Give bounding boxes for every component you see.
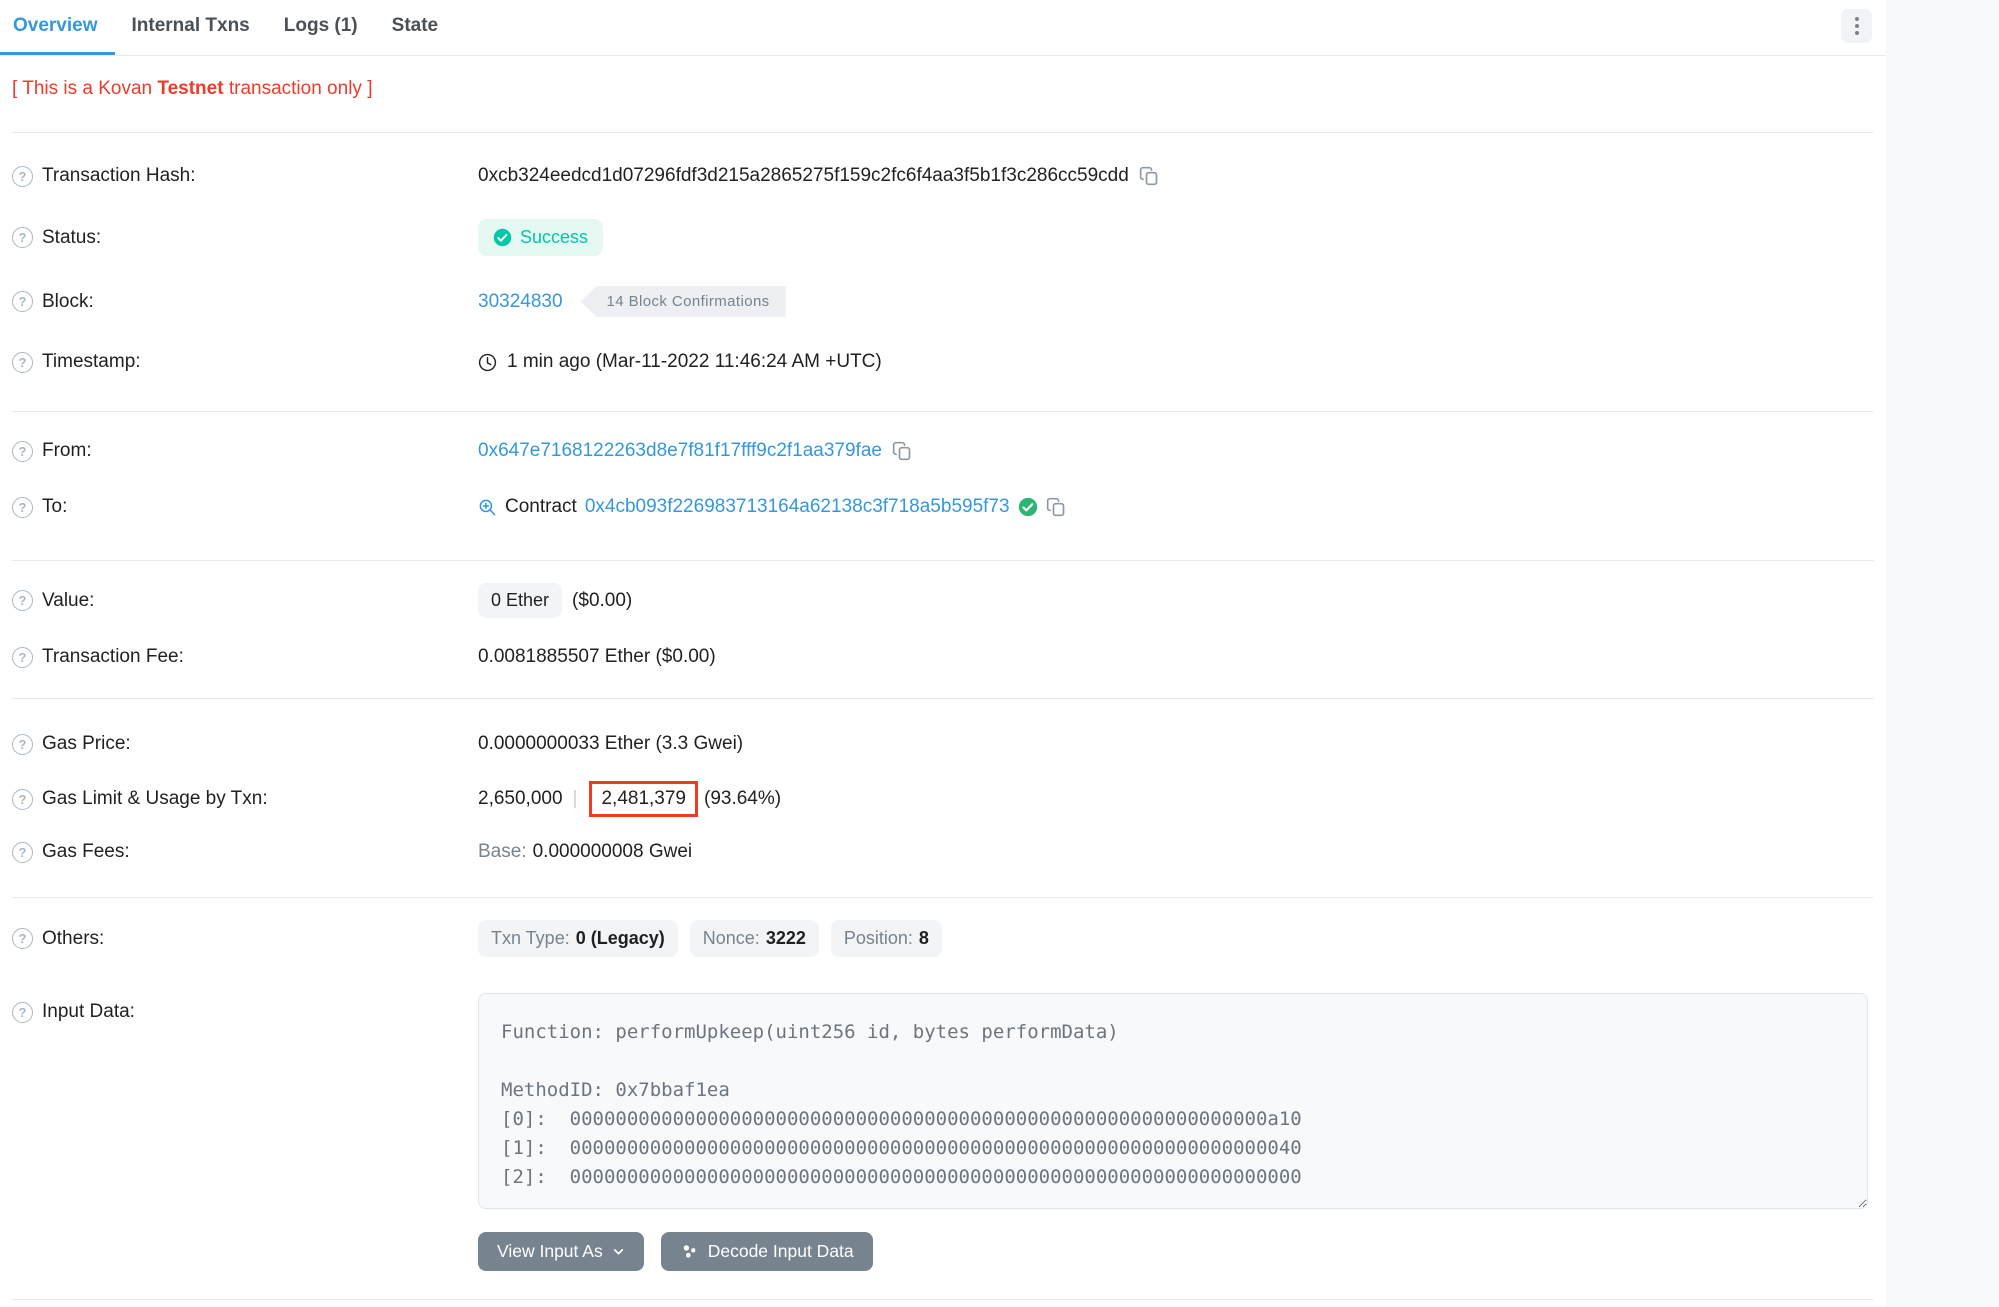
row-transaction-fee: ? Transaction Fee: 0.0081885507 Ether ($…: [0, 642, 1886, 672]
help-icon[interactable]: ?: [12, 928, 33, 949]
view-input-as-button[interactable]: View Input As: [478, 1232, 644, 1271]
transaction-detail-card: Overview Internal Txns Logs (1) State [ …: [0, 0, 1886, 1307]
row-gas-limit-usage: ? Gas Limit & Usage by Txn: 2,650,000 | …: [0, 781, 1886, 817]
base-fee-value: 0.000000008 Gwei: [533, 841, 693, 863]
gas-used-annotation-box: 2,481,379: [589, 781, 698, 817]
status-badge: Success: [478, 219, 603, 256]
help-icon[interactable]: ?: [12, 590, 33, 611]
input-data-label: Input Data:: [42, 1001, 135, 1023]
help-icon[interactable]: ?: [12, 166, 33, 187]
transaction-fee-value: 0.0081885507 Ether ($0.00): [478, 646, 716, 668]
usd-value: ($0.00): [572, 590, 632, 612]
row-from: ? From: 0x647e7168122263d8e7f81f17fff9c2…: [0, 436, 1886, 466]
nonce-badge: Nonce: 3222: [690, 920, 819, 957]
timestamp-value: 1 min ago (Mar-11-2022 11:46:24 AM +UTC): [507, 351, 882, 373]
tab-overview[interactable]: Overview: [0, 0, 115, 55]
to-address-link[interactable]: 0x4cb093f226983713164a62138c3f718a5b595f…: [585, 496, 1010, 518]
help-icon[interactable]: ?: [12, 291, 33, 312]
row-status: ? Status: Success: [0, 219, 1886, 256]
kebab-icon: [1855, 17, 1859, 21]
help-icon[interactable]: ?: [12, 789, 33, 810]
tab-state[interactable]: State: [375, 0, 455, 55]
tab-internal-txns[interactable]: Internal Txns: [115, 0, 267, 55]
copy-icon[interactable]: [1139, 166, 1159, 186]
row-input-data: ? Input Data: Function: performUpkeep(ui…: [0, 993, 1886, 1271]
txn-type-badge: Txn Type: 0 (Legacy): [478, 920, 678, 957]
position-badge: Position: 8: [831, 920, 942, 957]
gas-limit-value: 2,650,000: [478, 788, 563, 810]
separator: |: [573, 788, 578, 810]
tab-logs[interactable]: Logs (1): [267, 0, 375, 55]
row-gas-price: ? Gas Price: 0.0000000033 Ether (3.3 Gwe…: [0, 729, 1886, 759]
row-others: ? Others: Txn Type: 0 (Legacy) Nonce: 32…: [0, 920, 1886, 957]
block-number-link[interactable]: 30324830: [478, 291, 563, 313]
copy-icon[interactable]: [1046, 497, 1066, 517]
from-address-link[interactable]: 0x647e7168122263d8e7f81f17fff9c2f1aa379f…: [478, 440, 882, 462]
base-fee-label: Base:: [478, 841, 527, 863]
help-icon[interactable]: ?: [12, 441, 33, 462]
row-gas-fees: ? Gas Fees: Base: 0.000000008 Gwei: [0, 837, 1886, 867]
row-to: ? To: Contract 0x4cb093f226983713164a621…: [0, 492, 1886, 522]
help-icon[interactable]: ?: [12, 227, 33, 248]
help-icon[interactable]: ?: [12, 1002, 33, 1023]
to-contract-prefix: Contract: [505, 496, 577, 518]
transaction-fee-label: Transaction Fee:: [42, 646, 184, 668]
gas-used-percent: (93.64%): [704, 788, 781, 810]
help-icon[interactable]: ?: [12, 842, 33, 863]
ether-value-badge: 0 Ether: [478, 583, 562, 618]
transaction-hash-label: Transaction Hash:: [42, 165, 195, 187]
more-options-button[interactable]: [1841, 9, 1872, 43]
verified-contract-icon: [1018, 497, 1038, 517]
check-circle-icon: [493, 228, 512, 247]
decode-input-data-button[interactable]: Decode Input Data: [661, 1232, 873, 1271]
decode-icon: [680, 1242, 699, 1261]
help-icon[interactable]: ?: [12, 352, 33, 373]
to-label: To:: [42, 496, 67, 518]
clock-icon: [478, 353, 497, 372]
testnet-notice: [ This is a Kovan Testnet transaction on…: [0, 56, 1886, 132]
input-data-textarea[interactable]: Function: performUpkeep(uint256 id, byte…: [478, 993, 1868, 1209]
block-label: Block:: [42, 291, 94, 313]
chevron-down-icon: [612, 1245, 625, 1258]
status-label: Status:: [42, 227, 101, 249]
transaction-hash-value: 0xcb324eedcd1d07296fdf3d215a2865275f159c…: [478, 165, 1129, 187]
block-confirmations-badge: 14 Block Confirmations: [581, 286, 786, 317]
help-icon[interactable]: ?: [12, 647, 33, 668]
magnifier-plus-icon[interactable]: [478, 498, 497, 517]
row-value: ? Value: 0 Ether ($0.00): [0, 583, 1886, 618]
help-icon[interactable]: ?: [12, 734, 33, 755]
divider: [12, 1299, 1874, 1300]
row-timestamp: ? Timestamp: 1 min ago (Mar-11-2022 11:4…: [0, 347, 1886, 377]
tab-bar: Overview Internal Txns Logs (1) State: [0, 0, 1886, 56]
timestamp-label: Timestamp:: [42, 351, 141, 373]
gas-limit-label: Gas Limit & Usage by Txn:: [42, 788, 268, 810]
gas-fees-label: Gas Fees:: [42, 841, 130, 863]
gas-price-label: Gas Price:: [42, 733, 131, 755]
row-block: ? Block: 30324830 14 Block Confirmations: [0, 286, 1886, 317]
from-label: From:: [42, 440, 92, 462]
others-label: Others:: [42, 928, 104, 950]
value-label: Value:: [42, 590, 94, 612]
row-transaction-hash: ? Transaction Hash: 0xcb324eedcd1d07296f…: [0, 161, 1886, 191]
gas-used-value: 2,481,379: [601, 788, 686, 809]
help-icon[interactable]: ?: [12, 497, 33, 518]
gas-price-value: 0.0000000033 Ether (3.3 Gwei): [478, 733, 743, 755]
copy-icon[interactable]: [892, 441, 912, 461]
